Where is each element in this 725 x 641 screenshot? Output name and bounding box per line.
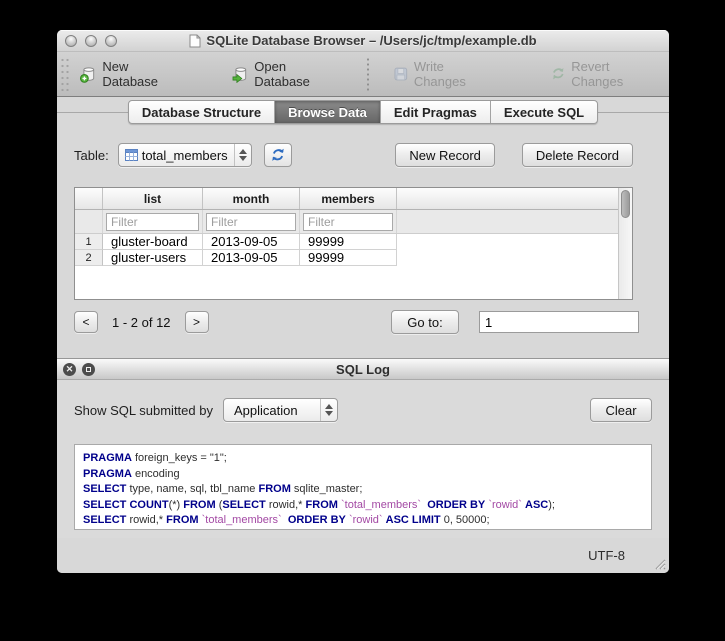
table-cell[interactable]: 99999 bbox=[300, 234, 397, 250]
sql-source-select[interactable]: Application bbox=[223, 398, 338, 422]
filter-input-month[interactable] bbox=[206, 213, 296, 231]
filter-cell-month bbox=[203, 210, 300, 233]
grid-rows: 1gluster-board2013-09-05999992gluster-us… bbox=[75, 234, 618, 266]
revert-changes-button: Revert Changes bbox=[544, 55, 669, 93]
open-database-button[interactable]: Open Database bbox=[226, 55, 350, 93]
next-page-button[interactable]: > bbox=[185, 311, 209, 333]
filter-corner-cell bbox=[75, 210, 103, 233]
write-changes-button: Write Changes bbox=[387, 55, 503, 93]
filter-cell-list bbox=[103, 210, 203, 233]
row-filler bbox=[397, 250, 618, 266]
refresh-button[interactable] bbox=[264, 143, 292, 167]
titlebar[interactable]: SQLite Database Browser – /Users/jc/tmp/… bbox=[57, 30, 669, 52]
row-filler bbox=[397, 234, 618, 250]
view-tabs: Database Structure Browse Data Edit Prag… bbox=[128, 100, 598, 124]
desktop-background: SQLite Database Browser – /Users/jc/tmp/… bbox=[0, 0, 725, 641]
sql-log-panel-title: SQL Log bbox=[57, 362, 669, 377]
new-database-button[interactable]: New Database bbox=[74, 55, 192, 93]
close-window-button[interactable] bbox=[65, 35, 77, 47]
table-cell[interactable]: gluster-board bbox=[103, 234, 203, 250]
dock-close-icon[interactable]: ✕ bbox=[63, 363, 76, 376]
record-range-text: 1 - 2 of 12 bbox=[112, 315, 171, 330]
sql-log-panel: Show SQL submitted by Application Clear … bbox=[57, 380, 669, 538]
header-filler bbox=[397, 188, 618, 209]
table-label: Table: bbox=[74, 148, 109, 163]
table-select-value: total_members bbox=[138, 148, 234, 163]
sql-log-text[interactable]: PRAGMA foreign_keys = "1";PRAGMA encodin… bbox=[74, 444, 652, 530]
delete-record-button[interactable]: Delete Record bbox=[522, 143, 633, 167]
status-bar: UTF-8 bbox=[57, 538, 669, 573]
row-number-cell: 1 bbox=[75, 234, 103, 250]
data-grid: listmonthmembers 1gluster-board2013-09-0… bbox=[74, 187, 633, 300]
dock-float-icon[interactable] bbox=[82, 363, 95, 376]
revert-changes-icon bbox=[550, 66, 567, 82]
pagination-row: < 1 - 2 of 12 > Go to: bbox=[74, 310, 639, 334]
zoom-window-button[interactable] bbox=[105, 35, 117, 47]
popup-stepper-icon bbox=[320, 399, 337, 421]
browse-data-pane: Database Structure Browse Data Edit Prag… bbox=[57, 97, 669, 358]
resize-grip-icon[interactable] bbox=[653, 557, 666, 570]
table-cell[interactable]: gluster-users bbox=[103, 250, 203, 266]
open-database-icon bbox=[232, 66, 250, 83]
tab-database-structure[interactable]: Database Structure bbox=[129, 101, 275, 123]
write-changes-icon bbox=[393, 66, 409, 82]
table-row: 1gluster-board2013-09-0599999 bbox=[75, 234, 618, 250]
title-area: SQLite Database Browser – /Users/jc/tmp/… bbox=[57, 33, 669, 48]
sql-log-line: PRAGMA foreign_keys = "1"; bbox=[83, 451, 643, 467]
new-database-icon bbox=[80, 66, 98, 83]
minimize-window-button[interactable] bbox=[85, 35, 97, 47]
table-cell[interactable]: 2013-09-05 bbox=[203, 250, 300, 266]
tab-bar: Database Structure Browse Data Edit Prag… bbox=[57, 100, 669, 124]
traffic-lights bbox=[65, 35, 117, 47]
toolbar-grip bbox=[60, 57, 70, 91]
sql-log-filter-row: Show SQL submitted by Application Clear bbox=[74, 396, 652, 424]
sql-log-line: PRAGMA encoding bbox=[83, 467, 643, 483]
table-icon bbox=[125, 149, 138, 161]
tab-browse-data[interactable]: Browse Data bbox=[275, 101, 381, 123]
new-record-button[interactable]: New Record bbox=[395, 143, 495, 167]
sql-log-panel-header: ✕ SQL Log bbox=[57, 358, 669, 380]
table-select[interactable]: total_members bbox=[118, 143, 252, 167]
scrollbar-thumb[interactable] bbox=[621, 190, 630, 218]
column-header-month[interactable]: month bbox=[203, 188, 300, 209]
refresh-icon bbox=[270, 147, 286, 163]
app-window: SQLite Database Browser – /Users/jc/tmp/… bbox=[57, 30, 669, 573]
tab-execute-sql[interactable]: Execute SQL bbox=[491, 101, 597, 123]
encoding-status: UTF-8 bbox=[588, 548, 625, 563]
write-changes-label: Write Changes bbox=[414, 59, 498, 89]
grid-corner-cell bbox=[75, 188, 103, 209]
grid-header-row: listmonthmembers bbox=[75, 188, 618, 210]
goto-record-input[interactable] bbox=[479, 311, 639, 333]
popup-stepper-icon bbox=[234, 144, 251, 166]
revert-changes-label: Revert Changes bbox=[571, 59, 663, 89]
filter-cell-members bbox=[300, 210, 397, 233]
window-title: SQLite Database Browser – /Users/jc/tmp/… bbox=[206, 33, 536, 48]
clear-log-button[interactable]: Clear bbox=[590, 398, 652, 422]
filter-input-list[interactable] bbox=[106, 213, 199, 231]
goto-button[interactable]: Go to: bbox=[391, 310, 459, 334]
toolbar-separator bbox=[367, 57, 369, 91]
row-number-cell: 2 bbox=[75, 250, 103, 266]
sql-log-line: SELECT type, name, sql, tbl_name FROM sq… bbox=[83, 482, 643, 498]
table-cell[interactable]: 99999 bbox=[300, 250, 397, 266]
table-selector-row: Table: total_members bbox=[74, 141, 633, 169]
grid-filter-row bbox=[75, 210, 618, 234]
open-database-label: Open Database bbox=[254, 59, 343, 89]
new-database-label: New Database bbox=[102, 59, 185, 89]
toolbar: New Database Open Database Write Changes bbox=[57, 52, 669, 97]
grid-vertical-scrollbar[interactable] bbox=[618, 188, 632, 299]
filter-input-members[interactable] bbox=[303, 213, 393, 231]
table-row: 2gluster-users2013-09-0599999 bbox=[75, 250, 618, 266]
column-header-members[interactable]: members bbox=[300, 188, 397, 209]
column-header-list[interactable]: list bbox=[103, 188, 203, 209]
tab-edit-pragmas[interactable]: Edit Pragmas bbox=[381, 101, 491, 123]
sql-source-value: Application bbox=[230, 403, 304, 418]
filter-filler bbox=[397, 210, 618, 233]
document-proxy-icon bbox=[189, 34, 201, 48]
sql-log-line: SELECT COUNT(*) FROM (SELECT rowid,* FRO… bbox=[83, 498, 643, 514]
sql-log-line: SELECT rowid,* FROM `total_members` ORDE… bbox=[83, 513, 643, 529]
previous-page-button[interactable]: < bbox=[74, 311, 98, 333]
show-sql-label: Show SQL submitted by bbox=[74, 403, 213, 418]
table-cell[interactable]: 2013-09-05 bbox=[203, 234, 300, 250]
